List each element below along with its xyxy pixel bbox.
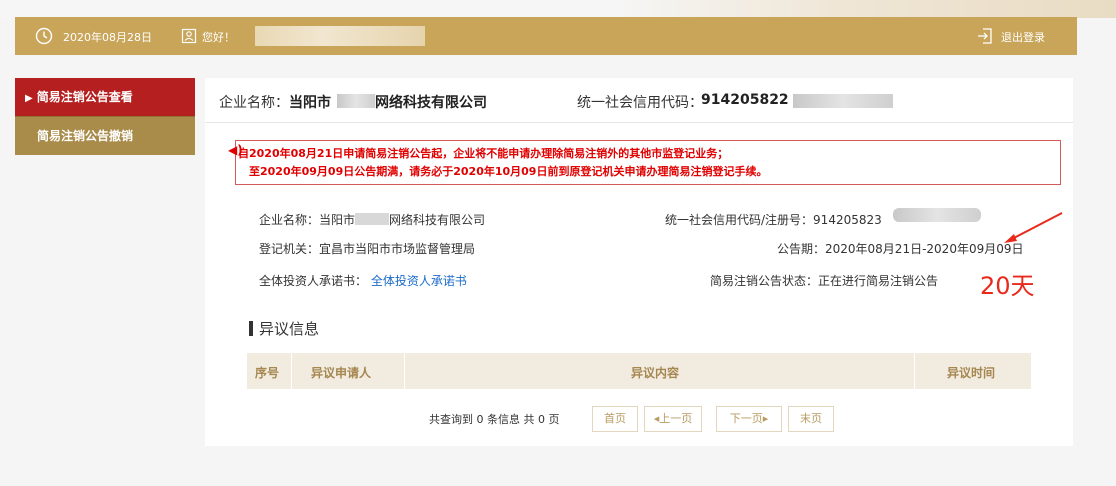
objection-title-text: 异议信息 <box>259 320 320 338</box>
sidebar-item-revoke-notice[interactable]: 简易注销公告撤销 <box>15 116 195 155</box>
detail-notice-status: 简易注销公告状态：正在进行简易注销公告 <box>710 274 939 288</box>
section-marker <box>249 321 253 336</box>
caret-right-icon: ▶ <box>25 93 33 104</box>
warning-notice-box: ◀) 自2020年08月21日申请简易注销公告起，企业将不能申请办理除简易注销外… <box>228 140 1061 185</box>
pagination-summary: 共查询到 0 条信息 共 0 页 <box>429 413 560 426</box>
current-date: 2020年08月28日 <box>63 31 152 44</box>
prev-page-button[interactable]: ◂上一页 <box>644 406 702 432</box>
top-banner-strip <box>0 0 1116 18</box>
company-name-suffix: 网络科技有限公司 <box>375 95 487 111</box>
greeting-text: 您好！ <box>202 31 235 44</box>
company-summary-bar: 企业名称： 当阳市 网络科技有限公司 统一社会信用代码： 914205822 <box>205 78 1073 123</box>
detail-commitment: 全体投资人承诺书： 全体投资人承诺书 <box>259 272 467 289</box>
col-content: 异议内容 <box>631 366 680 380</box>
redacted-credit-code <box>793 94 893 108</box>
main-panel: 企业名称： 当阳市 网络科技有限公司 统一社会信用代码： 914205822 ◀… <box>205 78 1073 446</box>
redacted-detail-company <box>355 213 390 225</box>
detail-announcement-period: 公告期：2020年08月21日-2020年09月09日 <box>777 242 1024 256</box>
days-annotation: 20天 <box>980 272 1035 300</box>
col-divider <box>291 353 292 389</box>
notice-line-2: 至2020年09月09日公告期满，请务必于2020年10月09日前到原登记机关申… <box>249 165 768 178</box>
credit-code-value: 914205822 <box>701 92 789 108</box>
next-page-button[interactable]: 下一页▸ <box>716 406 782 432</box>
redacted-company-part <box>337 94 375 108</box>
detail-company-name-suffix: 网络科技有限公司 <box>389 213 486 227</box>
sidebar-item-view-notice[interactable]: ▶ 简易注销公告查看 <box>15 78 195 116</box>
sidebar-item-label: 简易注销公告撤销 <box>37 129 134 143</box>
credit-code-label: 统一社会信用代码： <box>577 95 703 111</box>
user-card-icon <box>181 28 197 44</box>
notice-line-1: 自2020年08月21日申请简易注销公告起，企业将不能申请办理除简易注销外的其他… <box>238 147 729 160</box>
objection-table-header: 序号 异议申请人 异议内容 异议时间 <box>247 353 1031 389</box>
first-page-button[interactable]: 首页 <box>592 406 638 432</box>
col-index: 序号 <box>255 366 280 380</box>
logout-link[interactable]: 退出登录 <box>1001 29 1045 45</box>
redacted-detail-credit <box>893 208 981 222</box>
header-bar: 2020年08月28日 您好！ 退出登录 <box>15 17 1077 55</box>
col-applicant: 异议申请人 <box>311 366 372 380</box>
company-name-label: 企业名称： <box>219 95 289 111</box>
sidebar: ▶ 简易注销公告查看 简易注销公告撤销 <box>15 78 195 155</box>
commitment-letter-link[interactable]: 全体投资人承诺书 <box>371 274 467 288</box>
logout-icon[interactable] <box>976 27 994 45</box>
col-divider <box>404 353 405 389</box>
clock-icon <box>35 27 53 45</box>
col-divider <box>914 353 915 389</box>
detail-company-name-prefix: 企业名称：当阳市 <box>259 213 356 227</box>
detail-registration-authority: 登记机关：宜昌市当阳市市场监督管理局 <box>259 242 476 256</box>
detail-company-name: 企业名称：当阳市 网络科技有限公司 <box>259 211 485 228</box>
commitment-label: 全体投资人承诺书： <box>259 274 368 288</box>
col-time: 异议时间 <box>947 366 996 380</box>
objection-section-title: 异议信息 <box>249 318 319 339</box>
redacted-username <box>255 26 425 46</box>
sidebar-item-label: 简易注销公告查看 <box>36 90 133 104</box>
company-name-prefix: 当阳市 <box>289 95 331 111</box>
last-page-button[interactable]: 末页 <box>788 406 834 432</box>
detail-credit-code: 统一社会信用代码/注册号：914205823 <box>665 213 882 227</box>
